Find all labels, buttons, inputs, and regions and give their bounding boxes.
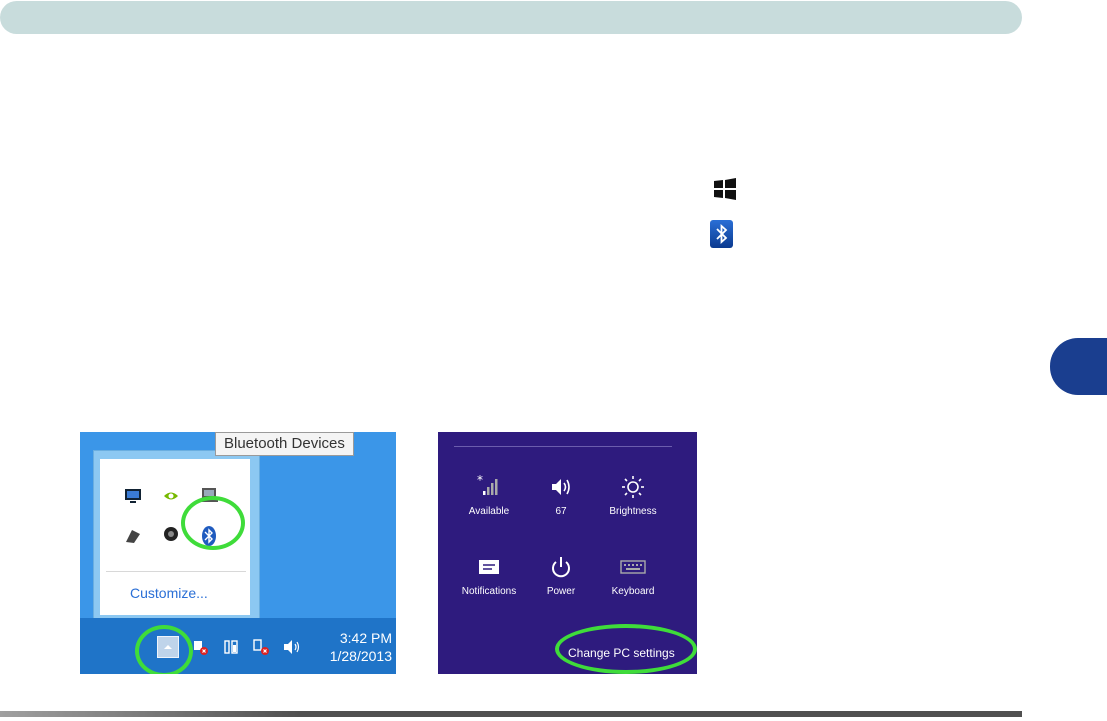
tile-label: Power xyxy=(546,586,576,597)
taskbar-clock[interactable]: 3:42 PM 1/28/2013 xyxy=(326,629,392,665)
network-signal-icon: * xyxy=(454,473,524,504)
taskbar-screenshot: Customize... Bluetooth Devices 3:42 PM 1… xyxy=(80,432,396,674)
bottom-rule xyxy=(0,711,1022,717)
tile-power[interactable]: Power xyxy=(526,554,596,597)
battery-icon[interactable] xyxy=(222,638,240,661)
svg-text:*: * xyxy=(477,474,483,487)
network-error-icon[interactable] xyxy=(192,638,210,661)
tile-notifications[interactable]: Notifications xyxy=(454,554,524,597)
display-icon[interactable] xyxy=(122,485,144,507)
header-bar xyxy=(0,1,1022,34)
bluetooth-devices-tooltip: Bluetooth Devices xyxy=(215,432,354,456)
tile-network[interactable]: * Available xyxy=(454,473,524,517)
tile-keyboard[interactable]: Keyboard xyxy=(598,554,668,597)
bluetooth-icon xyxy=(710,220,733,248)
chapter-tab xyxy=(1050,338,1107,395)
change-pc-settings-highlight-ring xyxy=(555,624,697,674)
tile-label: Keyboard xyxy=(611,586,655,597)
bluetooth-highlight-ring xyxy=(181,496,245,550)
tile-brightness[interactable]: Brightness xyxy=(598,474,668,517)
volume-icon[interactable] xyxy=(282,638,302,661)
charm-divider xyxy=(454,446,672,447)
tile-volume[interactable]: 67 xyxy=(526,474,596,517)
tile-label: Notifications xyxy=(461,586,517,597)
clock-date: 1/28/2013 xyxy=(329,648,392,664)
power-icon xyxy=(526,554,596,584)
clock-time: 3:42 PM xyxy=(339,630,392,646)
tile-label: Brightness xyxy=(609,506,657,517)
hidden-icons-highlight-ring xyxy=(135,625,193,674)
settings-charm-screenshot: * Available 67 Brightness Notifications … xyxy=(438,432,697,674)
tile-label: 67 xyxy=(555,506,567,517)
wired-network-error-icon[interactable] xyxy=(252,638,272,661)
popup-divider xyxy=(106,571,246,572)
webcam-icon[interactable] xyxy=(160,523,182,545)
tablet-icon[interactable] xyxy=(122,525,144,547)
tile-label: Available xyxy=(468,506,510,517)
taskbar: 3:42 PM 1/28/2013 xyxy=(80,618,396,674)
windows-logo-icon xyxy=(714,178,736,200)
nvidia-icon[interactable] xyxy=(160,485,182,507)
brightness-icon xyxy=(598,474,668,504)
keyboard-icon xyxy=(598,554,668,584)
volume-icon xyxy=(526,474,596,504)
customize-link[interactable]: Customize... xyxy=(130,585,208,601)
notifications-icon xyxy=(454,554,524,584)
